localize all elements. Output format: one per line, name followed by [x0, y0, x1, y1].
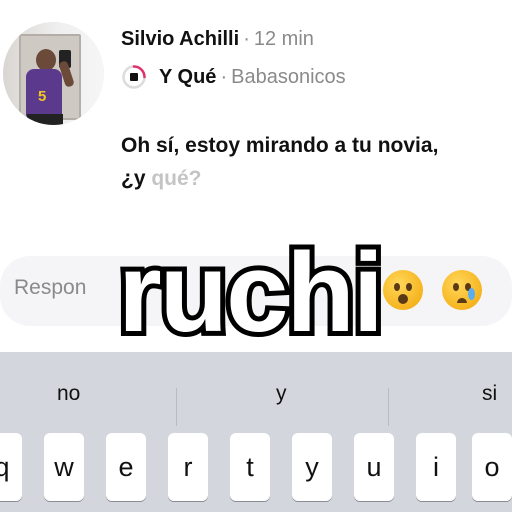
suggestion-2[interactable]: y	[276, 382, 287, 406]
emoji-eye-right	[406, 283, 412, 291]
key-i[interactable]: i	[416, 433, 456, 501]
post-message: Oh sí, estoy mirando a tu novia, ¿y qué?	[121, 129, 512, 195]
timestamp: 12 min	[253, 28, 314, 50]
key-q[interactable]: q	[0, 433, 22, 501]
suggestion-divider	[388, 388, 389, 426]
crying-face-icon[interactable]	[442, 270, 482, 310]
reply-input[interactable]: Respon	[14, 276, 86, 300]
separator: ·	[243, 28, 250, 50]
song-artist: Babasonicos	[231, 65, 346, 88]
suggestion-divider	[176, 388, 177, 426]
key-w[interactable]: w	[44, 433, 84, 501]
avatar-shorts	[27, 114, 63, 125]
key-u[interactable]: u	[354, 433, 394, 501]
key-t[interactable]: t	[230, 433, 270, 501]
key-y[interactable]: y	[292, 433, 332, 501]
suggestion-bar: no y si	[0, 366, 512, 426]
message-line-2: ¿y qué?	[121, 162, 512, 195]
author-name[interactable]: Silvio Achilli	[121, 28, 239, 50]
avatar-jersey-number: 5	[38, 88, 47, 105]
music-ring-icon	[121, 64, 147, 90]
key-o[interactable]: o	[472, 433, 512, 501]
avatar-head	[36, 49, 56, 71]
song-separator: ·	[220, 65, 228, 88]
key-e[interactable]: e	[106, 433, 146, 501]
author-line: Silvio Achilli · 12 min	[121, 28, 314, 51]
song-title: Y Qué	[159, 65, 217, 88]
suggestion-1[interactable]: no	[57, 382, 80, 406]
overlay-caption: ruchi	[113, 225, 389, 360]
message-line-2-faded: qué?	[151, 167, 202, 190]
emoji-eye-left	[453, 283, 459, 291]
song-line[interactable]: Y Qué · Babasonicos	[121, 64, 346, 90]
emoji-tear	[468, 288, 475, 300]
message-line-2-start: ¿y	[121, 167, 152, 190]
suggestion-3[interactable]: si	[482, 382, 497, 406]
key-r[interactable]: r	[168, 433, 208, 501]
message-line-1: Oh sí, estoy mirando a tu novia,	[121, 134, 439, 157]
emoji-mouth	[457, 298, 467, 303]
avatar[interactable]: 5	[3, 22, 104, 125]
